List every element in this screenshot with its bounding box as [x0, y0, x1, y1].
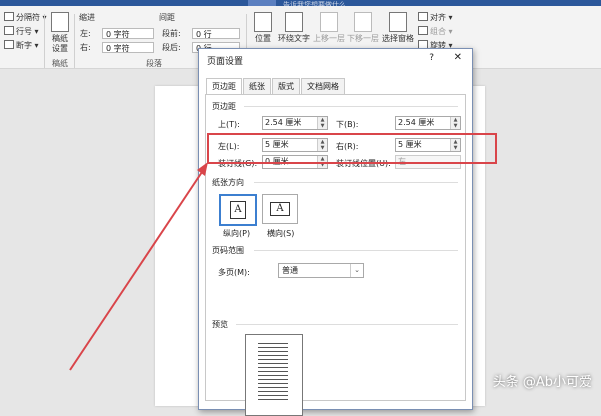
position-button[interactable]: 位置: [251, 12, 275, 44]
manuscript-icon: [51, 12, 69, 32]
selection-pane-icon: [389, 12, 407, 32]
portrait-option[interactable]: A: [219, 194, 257, 226]
portrait-label: 纵向(P): [223, 229, 251, 238]
position-icon: [254, 12, 272, 32]
indent-right-input[interactable]: 0 字符: [102, 42, 154, 53]
dialog-tabs: 页边距 纸张 版式 文档网格: [206, 78, 346, 95]
help-button[interactable]: ?: [429, 53, 434, 63]
indent-header: 缩进: [79, 13, 95, 22]
spinner-icon[interactable]: ▲ ▼: [450, 117, 460, 129]
manuscript-settings-button[interactable]: 稿纸 设置: [49, 12, 71, 54]
group-icon: [418, 26, 428, 35]
send-backward-icon: [354, 12, 372, 32]
align-icon: [418, 12, 428, 21]
margins-header: 页边距: [212, 102, 236, 111]
hyphenation-icon: [4, 40, 14, 49]
top-margin-input[interactable]: 2.54 厘米 ▲ ▼: [262, 116, 328, 130]
multiple-pages-label: 多页(M):: [218, 268, 250, 277]
spacing-before-label: 段前:: [162, 29, 181, 38]
bring-forward-icon: [320, 12, 338, 32]
hyphenation-button[interactable]: 断字 ▾: [4, 40, 39, 51]
group-button[interactable]: 组合 ▾: [418, 26, 453, 37]
wrap-text-button[interactable]: 环绕文字: [276, 12, 312, 44]
chevron-down-icon: ⌄: [350, 264, 363, 277]
tab-layout[interactable]: 版式: [272, 78, 300, 94]
manuscript-group-label: 稿纸: [52, 59, 68, 68]
indent-left-input[interactable]: 0 字符: [102, 28, 154, 39]
multiple-pages-select[interactable]: 普通 ⌄: [278, 263, 364, 278]
tab-document-grid[interactable]: 文档网格: [301, 78, 345, 94]
indent-right-label: 右:: [80, 43, 91, 52]
landscape-page-icon: A: [270, 202, 290, 216]
selection-pane-button[interactable]: 选择窗格: [380, 12, 416, 44]
portrait-page-icon: A: [230, 201, 246, 219]
tab-margins[interactable]: 页边距: [206, 78, 242, 95]
send-backward-button[interactable]: 下移一层: [346, 12, 380, 44]
paragraph-group-label: 段落: [146, 59, 162, 68]
wrap-text-icon: [285, 12, 303, 32]
line-numbers-icon: [4, 26, 14, 35]
breaks-button[interactable]: 分隔符 ▾: [4, 12, 47, 23]
dialog-title: 页面设置: [207, 57, 244, 67]
indent-left-label: 左:: [80, 29, 91, 38]
align-button[interactable]: 对齐 ▾: [418, 12, 453, 23]
preview-header: 预览: [212, 320, 228, 329]
tab-paper[interactable]: 纸张: [243, 78, 271, 94]
watermark: 头条 @Ab小可爱: [492, 375, 592, 390]
bottom-label: 下(B):: [336, 120, 359, 129]
close-icon[interactable]: ✕: [454, 52, 462, 63]
spacing-header: 间距: [159, 13, 175, 22]
bottom-margin-input[interactable]: 2.54 厘米 ▲ ▼: [395, 116, 461, 130]
spinner-icon[interactable]: ▲ ▼: [317, 117, 327, 129]
pages-header: 页码范围: [212, 246, 244, 255]
landscape-label: 横向(S): [267, 229, 295, 238]
spacing-before-input[interactable]: 0 行: [192, 28, 240, 39]
breaks-icon: [4, 12, 14, 21]
landscape-option[interactable]: A: [262, 194, 298, 224]
page-setup-dialog: 页面设置 ? ✕ 页边距 纸张 版式 文档网格 页边距 上(T): 2.54 厘…: [198, 48, 473, 416]
top-label: 上(T):: [218, 120, 240, 129]
bring-forward-button[interactable]: 上移一层: [312, 12, 346, 44]
highlight-box: [207, 133, 497, 164]
page-preview: [245, 334, 303, 416]
line-numbers-button[interactable]: 行号 ▾: [4, 26, 39, 37]
orientation-header: 纸张方向: [212, 178, 244, 187]
spacing-after-label: 段后:: [162, 43, 181, 52]
